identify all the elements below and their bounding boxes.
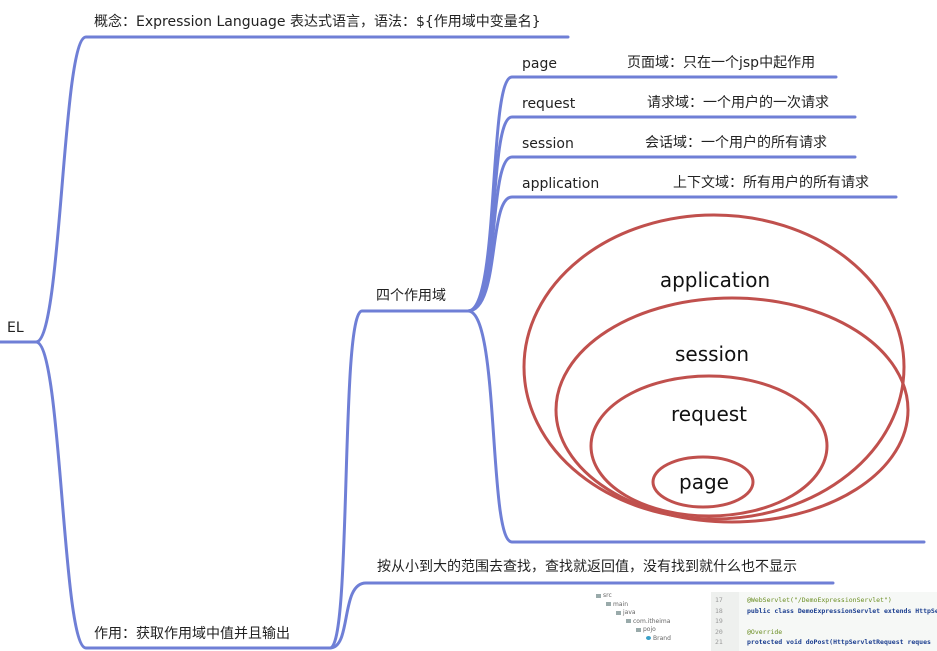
class-icon <box>646 636 651 640</box>
scope-session-name[interactable]: session <box>522 135 574 153</box>
scopes-label[interactable]: 四个作用域 <box>376 287 446 305</box>
project-tree-thumbnail[interactable]: src main java com.itheima pojo Brand <box>592 592 700 651</box>
root-label[interactable]: EL <box>7 319 24 337</box>
scope-page-name[interactable]: page <box>522 55 557 73</box>
scope-application-desc[interactable]: 上下文域：所有用户的所有请求 <box>673 174 869 192</box>
branch-usage <box>34 340 332 650</box>
tree-node: Brand <box>592 635 700 644</box>
tree-node: java <box>592 609 700 618</box>
concept-label[interactable]: 概念：Expression Language 表达式语言，语法：${作用域中变量… <box>94 13 541 31</box>
scope-request-desc[interactable]: 请求域：一个用户的一次请求 <box>647 94 829 112</box>
folder-icon <box>616 610 621 615</box>
scope-request-name[interactable]: request <box>522 95 575 113</box>
tree-node: pojo <box>592 626 700 635</box>
usage-detail[interactable]: 按从小到大的范围去查找，查找就返回值，没有找到就什么也不显示 <box>377 558 797 576</box>
tree-node: com.itheima <box>592 618 700 627</box>
child-application <box>466 195 898 313</box>
branch-concept <box>34 35 570 344</box>
folder-icon <box>626 619 631 623</box>
ellipse-request <box>589 374 829 518</box>
tree-node: src <box>592 592 700 601</box>
folder-icon <box>636 627 641 632</box>
folder-icon <box>596 593 601 598</box>
folder-icon <box>606 602 611 606</box>
usage-label[interactable]: 作用：获取作用域中值并且输出 <box>94 625 290 643</box>
tree-node: main <box>592 601 700 610</box>
nested-label-page: page <box>679 470 729 494</box>
nested-label-request: request <box>670 402 748 426</box>
scope-session-desc[interactable]: 会话域：一个用户的所有请求 <box>645 134 827 152</box>
scope-application-name[interactable]: application <box>522 175 599 193</box>
nested-label-application: application <box>659 268 771 292</box>
code-lines: @WebServlet("/DemoExpressionServlet") pu… <box>747 596 937 646</box>
nested-label-session: session <box>674 342 750 366</box>
line-number-gutter: 17 18 19 20 21 <box>711 592 739 651</box>
code-editor-thumbnail[interactable]: 17 18 19 20 21 @WebServlet("/DemoExpress… <box>711 592 937 651</box>
scope-page-desc[interactable]: 页面域：只在一个jsp中起作用 <box>627 54 815 72</box>
